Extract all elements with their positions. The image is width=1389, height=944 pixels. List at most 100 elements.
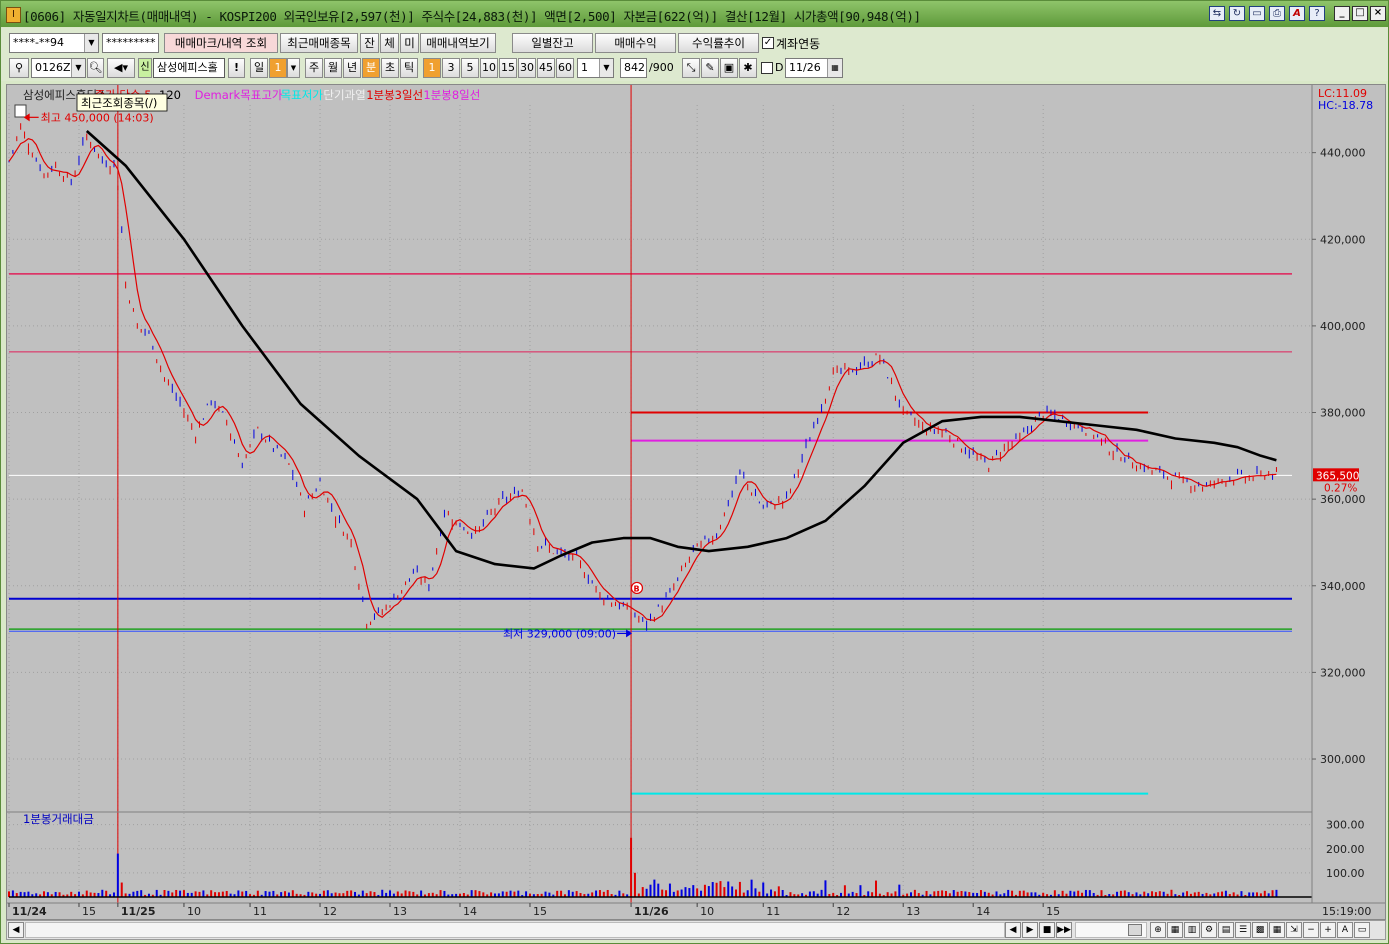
x-tick-label: 12 [323,905,337,918]
trade-profit-button[interactable]: 매매수익 [595,33,676,53]
unfilled-button[interactable]: 미 [400,33,419,53]
legend-item: 1분봉3일선 [366,88,423,102]
help-icon[interactable]: ? [1309,6,1325,21]
zoom-slider[interactable] [1075,922,1147,938]
nav-stop-button[interactable]: ■ [1039,922,1055,938]
zoom-in-button[interactable]: + [1320,922,1336,938]
draw-tool-icon[interactable]: ✎ [701,58,719,78]
interval-30-button[interactable]: 30 [518,58,536,78]
close-button[interactable]: × [1370,6,1386,21]
period-yearly-button[interactable]: 년 [343,58,361,78]
zoom-out-button[interactable]: − [1303,922,1319,938]
credit-badge: 신 [138,58,152,78]
minimize-button[interactable]: _ [1334,6,1350,21]
time-label: 15:19:00 [1322,905,1371,918]
alert-icon[interactable]: ! [228,58,245,78]
chevron-down-icon[interactable]: ▼ [84,34,98,52]
period-second-button[interactable]: 초 [381,58,399,78]
font-icon[interactable]: A [1289,6,1305,21]
period-tick-button[interactable]: 틱 [400,58,418,78]
grid-icon[interactable]: ▦ [1167,922,1183,938]
chevron-down-icon[interactable]: ▼ [287,58,300,78]
y-tick-label: 360,000 [1320,493,1366,506]
interval-60-button[interactable]: 60 [556,58,574,78]
indicator-icon[interactable]: ▩ [1252,922,1268,938]
account-select[interactable]: ****-**94 ▼ [9,33,99,53]
nav-prev-button[interactable]: ◀ [1005,922,1021,938]
reset-icon[interactable]: ▭ [1354,922,1370,938]
volume-tick-label: 100.00 [1326,867,1365,880]
current-change-label: 0.27% [1324,482,1357,494]
chart-toolbar: ⚲ 0126Z0 ▼ 🔍︎ ◀▾ 신 삼성에피스홀 ! 일 1 ▼ 주 월 년 … [1,56,1388,81]
export-icon[interactable]: ⇲ [1286,922,1302,938]
interval-15-button[interactable]: 15 [499,58,517,78]
balance-button[interactable]: 잔 [360,33,379,53]
chart-area[interactable]: 440,000 420,000 400,000 380,000 360,000 340,0… [6,84,1386,920]
chart-scrollbar[interactable]: ◀ ◀ ▶ ■ ▶▶ ⊕ ▦ ▥ ⚙ ▤ ☰ ▩ ▦ ⇲ − + A ▭ [6,920,1386,940]
current-price-label: 365,500 [1316,470,1359,482]
interval-5-button[interactable]: 5 [461,58,479,78]
date-input[interactable]: 11/26 ▦ [785,58,843,78]
link-window-icon[interactable]: ⇆ [1209,6,1225,21]
print-icon[interactable]: ⎙ [1269,6,1285,21]
bar-type-icon[interactable]: ▤ [1218,922,1234,938]
magnifier-icon[interactable]: 🔍︎ [87,58,104,78]
period-daily-button[interactable]: 일 [250,58,268,78]
recent-trades-button[interactable]: 최근매매종목 [280,33,358,53]
zoom-slider-thumb[interactable] [1128,924,1142,936]
trade-history-button[interactable]: 매매내역보기 [420,33,496,53]
window: I [0606] 자동일지차트(매매내역) - KOSPI200 외국인보유[2… [0,0,1389,944]
scroll-track[interactable] [25,922,1005,938]
trade-mark-query-button[interactable]: 매매마크/내역 조회 [164,33,278,53]
period-weekly-button[interactable]: 주 [305,58,323,78]
nav-fast-forward-button[interactable]: ▶▶ [1056,922,1072,938]
maximize-button[interactable]: □ [1352,6,1368,21]
save-icon[interactable]: ▣ [720,58,738,78]
interval-count-select[interactable]: 1 ▼ [577,58,614,78]
password-field[interactable]: ********* [102,33,159,53]
interval-3-button[interactable]: 3 [442,58,460,78]
screen-icon[interactable]: ▭ [1249,6,1265,21]
table-icon[interactable]: ▦ [1269,922,1285,938]
daily-balance-button[interactable]: 일별잔고 [512,33,593,53]
bars-shown-input[interactable]: 842 [620,58,647,78]
interval-1-button[interactable]: 1 [423,58,441,78]
y-tick-label: 340,000 [1320,580,1366,593]
interval-count-value: 1 [581,61,588,74]
x-tick-label: 13 [906,905,920,918]
period-count[interactable]: 1 [269,58,287,78]
chevron-down-icon[interactable]: ▼ [71,59,85,77]
period-minute-button[interactable]: 분 [362,58,380,78]
volume-tick-label: 300.00 [1326,819,1365,832]
x-tick-label: 14 [976,905,990,918]
calendar-icon[interactable]: ▦ [827,59,842,77]
scroll-left-arrow-icon[interactable]: ◀ [8,922,24,938]
auto-scale-button[interactable]: A [1337,922,1353,938]
stock-name-field[interactable]: 삼성에피스홀 [153,58,225,78]
interval-10-button[interactable]: 10 [480,58,498,78]
nav-next-button[interactable]: ▶ [1022,922,1038,938]
search-code-icon[interactable]: ⚲ [9,58,29,78]
return-trend-button[interactable]: 수익률추이 [678,33,759,53]
zoom-in-icon[interactable]: ⊕ [1150,922,1166,938]
y-tick-label: 400,000 [1320,320,1366,333]
x-tick-label: 14 [463,905,477,918]
settings-icon[interactable]: ✱ [739,58,757,78]
zoom-tool-icon[interactable]: ⤡ [682,58,700,78]
list-icon[interactable]: ☰ [1235,922,1251,938]
layout-icon[interactable]: ▥ [1184,922,1200,938]
code-input[interactable]: 0126Z0 ▼ [31,58,86,78]
chevron-down-icon[interactable]: ▼ [599,59,613,77]
period-monthly-button[interactable]: 월 [324,58,342,78]
chart-settings-icon[interactable]: ⚙ [1201,922,1217,938]
account-link-checkbox[interactable]: ✓ [762,37,774,49]
price-volume-chart[interactable]: 440,000 420,000 400,000 380,000 360,000 340,0… [7,85,1385,919]
date-checkbox[interactable] [761,62,773,74]
speaker-icon[interactable]: ◀▾ [107,58,135,78]
y-tick-label: 420,000 [1320,233,1366,246]
x-tick-label: 11/24 [12,905,47,918]
volume-tick-label: 200.00 [1326,843,1365,856]
refresh-icon[interactable]: ↻ [1229,6,1245,21]
interval-45-button[interactable]: 45 [537,58,555,78]
executed-button[interactable]: 체 [380,33,399,53]
